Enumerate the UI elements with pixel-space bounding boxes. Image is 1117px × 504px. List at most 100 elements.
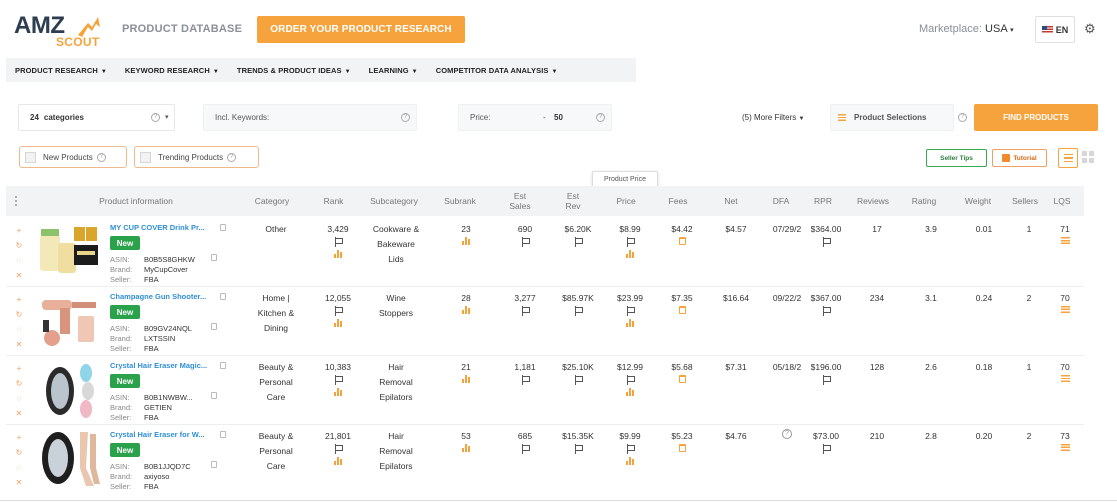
history-icon[interactable]: ◌ <box>14 253 24 268</box>
new-products-toggle[interactable]: New Products ? <box>19 146 127 168</box>
close-icon[interactable]: ✕ <box>14 337 24 352</box>
bar-chart-icon[interactable] <box>462 237 470 245</box>
flag-icon[interactable] <box>334 375 343 385</box>
product-title[interactable]: Crystal Hair Eraser for W... <box>110 430 222 439</box>
copy-icon[interactable] <box>211 323 217 330</box>
bar-chart-icon[interactable] <box>462 444 470 452</box>
col-weight[interactable]: Weight <box>958 186 998 216</box>
language-selector[interactable]: EN <box>1035 16 1075 43</box>
menu-icon[interactable] <box>1060 375 1070 382</box>
col-lqs[interactable]: LQS <box>1048 186 1076 216</box>
close-icon[interactable]: ✕ <box>14 475 24 490</box>
product-image[interactable] <box>38 290 102 352</box>
checkbox[interactable] <box>140 151 151 163</box>
bar-chart-icon[interactable] <box>626 319 634 327</box>
table-row[interactable]: + ↻ ◌ ✕ Crystal Hair Eraser Magic... New… <box>6 355 1084 424</box>
copy-icon[interactable] <box>220 224 226 231</box>
col-dfa[interactable]: DFA <box>768 186 794 216</box>
product-image[interactable] <box>38 428 102 490</box>
add-icon[interactable]: + <box>14 361 24 376</box>
bar-chart-icon[interactable] <box>334 388 342 396</box>
help-icon[interactable]: ? <box>401 113 410 122</box>
col-price[interactable]: Price <box>610 186 642 216</box>
help-icon[interactable]: ? <box>596 113 605 122</box>
nav-keyword-research[interactable]: KEYWORD RESEARCH ▼ <box>116 66 228 75</box>
asin-value[interactable]: B09GV24NQL <box>144 324 192 333</box>
list-view-toggle[interactable] <box>1058 148 1078 168</box>
help-icon[interactable]: ? <box>151 113 160 122</box>
close-icon[interactable]: ✕ <box>14 406 24 421</box>
bar-chart-icon[interactable] <box>626 388 634 396</box>
col-net[interactable]: Net <box>718 186 744 216</box>
flag-icon[interactable] <box>334 306 343 316</box>
copy-icon[interactable] <box>211 392 217 399</box>
product-title[interactable]: Crystal Hair Eraser Magic... <box>110 361 222 370</box>
flag-icon[interactable] <box>574 375 583 385</box>
calculator-icon[interactable] <box>678 237 686 245</box>
close-icon[interactable]: ✕ <box>14 268 24 283</box>
flag-icon[interactable] <box>521 375 530 385</box>
tutorial-button[interactable]: Tutorial <box>992 149 1047 167</box>
price-min[interactable]: - <box>543 113 546 122</box>
refresh-icon[interactable]: ↻ <box>14 238 24 253</box>
flag-icon[interactable] <box>521 444 530 454</box>
flag-icon[interactable] <box>521 306 530 316</box>
categories-select[interactable]: 24 categories ? ▾ <box>18 104 175 131</box>
refresh-icon[interactable]: ↻ <box>14 376 24 391</box>
copy-icon[interactable] <box>220 293 226 300</box>
flag-icon[interactable] <box>626 306 635 316</box>
marketplace-selector[interactable]: Marketplace: USA ▾ <box>919 23 1014 35</box>
flag-icon[interactable] <box>626 237 635 247</box>
product-title[interactable]: Champagne Gun Shooter... <box>110 292 222 301</box>
calculator-icon[interactable] <box>678 444 686 452</box>
asin-value[interactable]: B0B1JJQD7C <box>144 462 191 471</box>
grid-view-toggle[interactable] <box>1082 151 1094 163</box>
asin-value[interactable]: B0B5S8GHKW <box>144 255 195 264</box>
flag-icon[interactable] <box>822 306 831 316</box>
menu-icon[interactable] <box>1060 444 1070 451</box>
col-reviews[interactable]: Reviews <box>852 186 894 216</box>
more-filters-button[interactable]: (5) More Filters ▼ <box>742 113 804 122</box>
col-rpr[interactable]: RPR <box>808 186 838 216</box>
help-icon[interactable]: ? <box>958 113 967 122</box>
checkbox[interactable] <box>25 151 36 163</box>
drag-handle-icon[interactable] <box>14 195 18 207</box>
copy-icon[interactable] <box>211 254 217 261</box>
col-sellers[interactable]: Sellers <box>1006 186 1044 216</box>
flag-icon[interactable] <box>822 444 831 454</box>
add-icon[interactable]: + <box>14 430 24 445</box>
amzscout-logo[interactable]: AMZ SCOUT <box>14 12 106 50</box>
help-icon[interactable]: ? <box>96 152 106 162</box>
copy-icon[interactable] <box>211 461 217 468</box>
price-range-input[interactable]: Price: - 50 ? <box>458 104 612 131</box>
history-icon[interactable]: ◌ <box>14 460 24 475</box>
col-subcategory[interactable]: Subcategory <box>358 186 430 216</box>
col-product[interactable]: Product information <box>66 186 206 216</box>
flag-icon[interactable] <box>626 375 635 385</box>
table-row[interactable]: + ↻ ◌ ✕ Champagne Gun Shooter... New ASI… <box>6 286 1084 355</box>
col-category[interactable]: Category <box>246 186 298 216</box>
col-est-sales[interactable]: Est Sales <box>506 186 534 216</box>
refresh-icon[interactable]: ↻ <box>14 307 24 322</box>
product-image[interactable] <box>38 359 102 421</box>
keywords-input[interactable]: Incl. Keywords: ? <box>203 104 417 131</box>
flag-icon[interactable] <box>822 375 831 385</box>
menu-icon[interactable] <box>1060 237 1070 244</box>
refresh-icon[interactable]: ↻ <box>14 445 24 460</box>
flag-icon[interactable] <box>574 444 583 454</box>
help-icon[interactable]: ? <box>227 152 237 162</box>
flag-icon[interactable] <box>521 237 530 247</box>
calculator-icon[interactable] <box>678 306 686 314</box>
history-icon[interactable]: ◌ <box>14 322 24 337</box>
nav-trends[interactable]: TRENDS & PRODUCT IDEAS ▼ <box>228 66 360 75</box>
add-icon[interactable]: + <box>14 292 24 307</box>
product-image[interactable] <box>38 221 102 283</box>
copy-icon[interactable] <box>220 431 226 438</box>
flag-icon[interactable] <box>334 237 343 247</box>
copy-icon[interactable] <box>220 362 226 369</box>
trending-products-toggle[interactable]: Trending Products ? <box>134 146 259 168</box>
flag-icon[interactable] <box>334 444 343 454</box>
gear-icon[interactable]: ⚙ <box>1084 22 1098 36</box>
bar-chart-icon[interactable] <box>334 319 342 327</box>
col-rating[interactable]: Rating <box>906 186 942 216</box>
